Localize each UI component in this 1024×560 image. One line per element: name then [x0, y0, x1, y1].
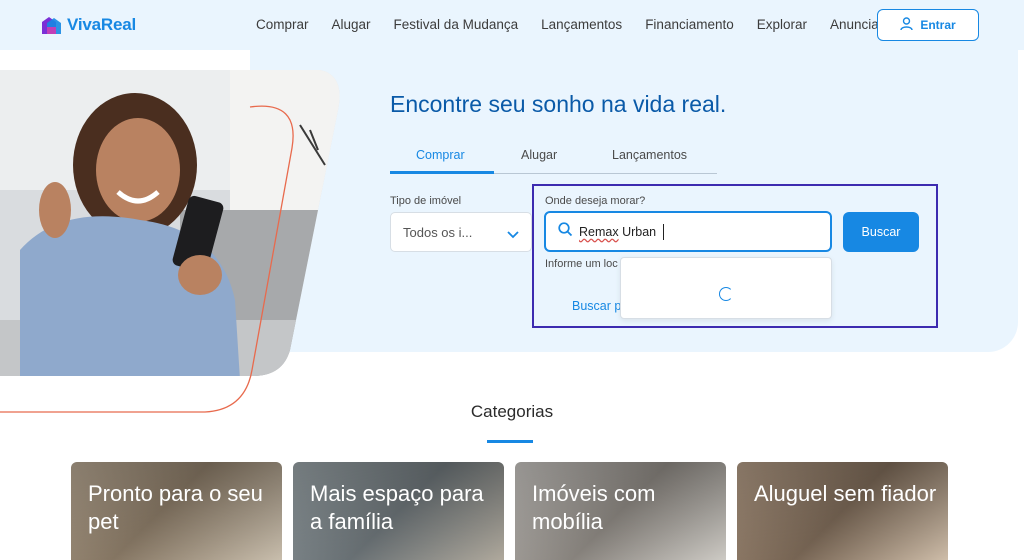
category-card-label: Aluguel sem fiador	[754, 481, 937, 506]
location-helper-text: Informe um loc	[545, 258, 618, 270]
search-by-map-link[interactable]: Buscar p	[572, 299, 621, 313]
login-label: Entrar	[920, 18, 956, 32]
vivareal-logo[interactable]: VivaReal	[40, 15, 136, 35]
text-caret	[663, 223, 665, 240]
suggestions-dropdown	[620, 257, 832, 319]
nav-item-explorar[interactable]: Explorar	[757, 17, 807, 32]
property-type-label: Tipo de imóvel	[390, 195, 462, 207]
tab-alugar[interactable]: Alugar	[521, 148, 557, 162]
location-input-rest: Urban	[618, 224, 657, 239]
nav-item-lancamentos[interactable]: Lançamentos	[541, 17, 622, 32]
categories-title-underline	[487, 440, 533, 443]
category-card-label: Imóveis com mobília	[532, 481, 656, 534]
location-input-value: Remax Urban	[579, 225, 656, 239]
nav-item-alugar[interactable]: Alugar	[332, 17, 371, 32]
search-icon	[558, 221, 573, 242]
category-card-pet[interactable]: Pronto para o seu pet	[71, 462, 282, 560]
chevron-down-icon	[507, 227, 519, 242]
property-type-value: Todos os i...	[403, 224, 473, 240]
logo-text: VivaReal	[67, 15, 136, 34]
nav-item-financiamento[interactable]: Financiamento	[645, 17, 734, 32]
nav-item-comprar[interactable]: Comprar	[256, 17, 309, 32]
site-header: VivaReal Comprar Alugar Festival da Muda…	[0, 0, 1024, 50]
category-card-no-guarantor[interactable]: Aluguel sem fiador	[737, 462, 948, 560]
hero-title: Encontre seu sonho na vida real.	[390, 91, 727, 117]
location-label: Onde deseja morar?	[545, 195, 646, 207]
login-button[interactable]: Entrar	[877, 9, 979, 41]
active-tab-indicator	[390, 171, 494, 174]
house-logo-icon	[40, 16, 62, 35]
tab-comprar[interactable]: Comprar	[416, 148, 465, 162]
nav-item-anunciar[interactable]: Anunciar	[830, 17, 883, 32]
category-card-family[interactable]: Mais espaço para a família	[293, 462, 504, 560]
categories-title: Categorias	[470, 402, 554, 421]
search-button[interactable]: Buscar	[843, 212, 919, 252]
main-nav: Comprar Alugar Festival da Mudança Lança…	[256, 17, 906, 32]
card-overlay	[737, 462, 948, 560]
tab-lancamentos[interactable]: Lançamentos	[612, 148, 687, 162]
loading-spinner-icon	[719, 287, 733, 301]
search-tabs: Comprar Alugar Lançamentos	[390, 138, 717, 174]
category-card-furnished[interactable]: Imóveis com mobília	[515, 462, 726, 560]
property-type-select[interactable]: Todos os i...	[390, 212, 532, 252]
category-card-label: Pronto para o seu pet	[88, 481, 263, 534]
spellcheck-word: Remax	[579, 224, 619, 239]
hero-woman-phone-image	[0, 70, 340, 413]
nav-item-festival[interactable]: Festival da Mudança	[394, 17, 519, 32]
category-card-label: Mais espaço para a família	[310, 481, 484, 534]
location-search-input[interactable]: Remax Urban	[544, 211, 832, 252]
user-icon	[900, 16, 914, 34]
